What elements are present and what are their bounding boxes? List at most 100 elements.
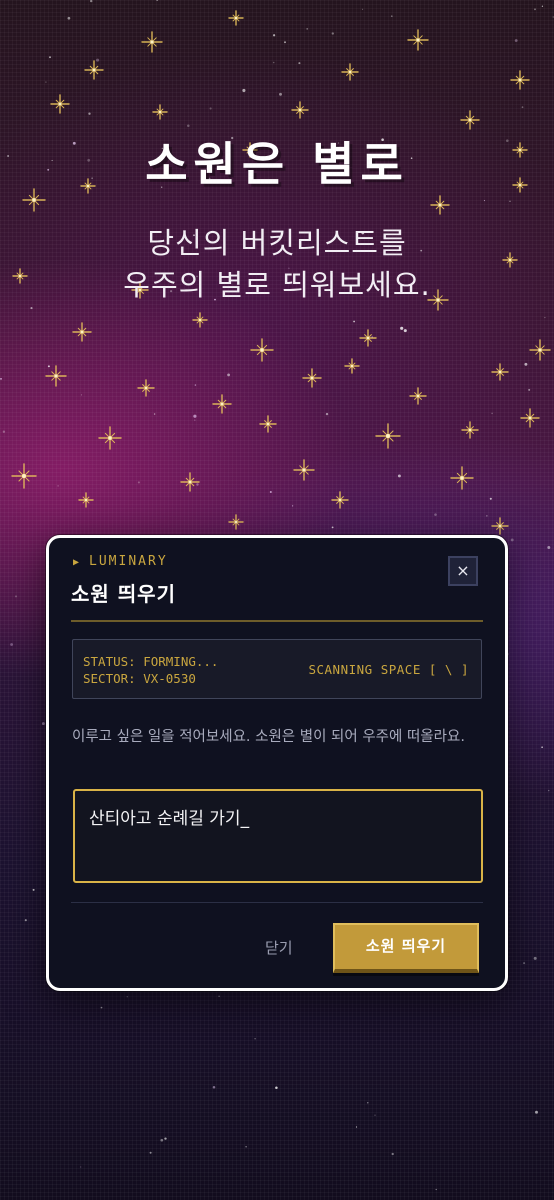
play-triangle-icon: ▶ — [73, 557, 82, 568]
tiny-star — [367, 1102, 369, 1104]
tiny-star — [96, 58, 100, 62]
sparkle-star — [291, 101, 309, 119]
sparkle-star — [78, 492, 94, 508]
sparkle-star — [250, 338, 274, 362]
tiny-star — [514, 39, 518, 42]
tiny-star — [284, 41, 286, 44]
sparkle-star — [375, 423, 401, 449]
tiny-star — [0, 378, 2, 380]
tiny-star — [196, 483, 199, 486]
sparkle-star — [491, 517, 509, 535]
tiny-star — [227, 373, 231, 377]
tiny-star — [509, 200, 511, 202]
brand-text: LUMINARY — [89, 554, 168, 569]
tiny-star — [483, 200, 485, 202]
tiny-star — [242, 88, 246, 93]
sparkle-star — [450, 466, 474, 490]
wish-description: 이루고 싶은 일을 적어보세요. 소원은 별이 되어 우주에 떠올라요. — [72, 729, 465, 745]
tiny-star — [272, 34, 276, 37]
tiny-star — [486, 515, 488, 517]
tiny-star — [100, 1006, 103, 1009]
tiny-star — [534, 8, 536, 11]
sparkle-star — [430, 195, 450, 215]
tiny-star — [371, 336, 373, 338]
tiny-star — [30, 307, 33, 310]
tiny-star — [279, 92, 282, 96]
sparkle-star — [344, 358, 360, 374]
tiny-star — [544, 317, 546, 319]
tiny-star — [212, 1085, 216, 1089]
sparkle-star — [212, 394, 232, 414]
tiny-star — [547, 546, 551, 549]
sparkle-star — [137, 379, 155, 397]
sparkle-star — [407, 29, 429, 51]
scanning-indicator: SCANNING SPACE [ \ ] — [308, 662, 469, 677]
tiny-star — [391, 15, 393, 17]
close-button[interactable]: 닫기 — [265, 937, 293, 958]
sparkle-star — [180, 472, 200, 492]
tiny-star — [272, 61, 275, 64]
sparkle-star — [510, 70, 530, 90]
tiny-star — [403, 329, 407, 333]
footer-divider — [71, 902, 483, 903]
tiny-star — [362, 8, 364, 10]
wish-input[interactable]: 산티아고 순례길 가기_ — [73, 789, 483, 883]
tiny-star — [194, 384, 197, 386]
tiny-star — [45, 81, 47, 83]
tiny-star — [194, 419, 196, 421]
tiny-star — [67, 16, 71, 20]
tiny-star — [523, 962, 526, 965]
tiny-star — [24, 919, 27, 922]
tiny-star — [187, 124, 190, 127]
header-divider — [71, 620, 483, 622]
tiny-star — [80, 1166, 82, 1168]
tiny-star — [10, 643, 14, 646]
sparkle-star — [460, 110, 480, 130]
status-text: STATUS: FORMING... — [83, 654, 219, 669]
tiny-star — [524, 362, 528, 366]
tiny-star — [41, 722, 45, 726]
status-panel: STATUS: FORMING... SECTOR: VX-0530 SCANN… — [72, 639, 482, 699]
wish-modal: ▶ LUMINARY 소원 띄우기 × STATUS: FORMING... SE… — [46, 535, 508, 991]
tiny-star — [149, 1151, 152, 1154]
sparkle-star — [409, 387, 427, 405]
sparkle-star — [192, 312, 208, 328]
tiny-star — [331, 526, 334, 529]
sparkle-star — [302, 368, 322, 388]
sparkle-star — [45, 365, 67, 387]
tiny-star — [160, 1138, 164, 1142]
sparkle-star — [84, 60, 104, 80]
tiny-star — [353, 320, 355, 323]
sparkle-star — [293, 459, 315, 481]
tiny-star — [209, 107, 212, 110]
tiny-star — [541, 5, 544, 7]
tiny-star — [325, 412, 329, 416]
tiny-star — [57, 485, 59, 487]
tiny-star — [126, 996, 128, 998]
sparkle-star — [520, 408, 540, 428]
sparkle-star — [11, 463, 37, 489]
sparkle-star — [259, 415, 277, 433]
tiny-star — [306, 28, 309, 30]
sparkle-star — [228, 514, 244, 530]
tiny-star — [521, 106, 524, 109]
tiny-star — [374, 1114, 376, 1116]
close-icon[interactable]: × — [448, 556, 478, 586]
tiny-star — [245, 1146, 247, 1148]
tiny-star — [153, 413, 156, 415]
tiny-star — [80, 394, 83, 396]
tiny-star — [49, 56, 51, 59]
tiny-star — [88, 112, 91, 115]
sparkle-star — [98, 426, 122, 450]
sparkle-star — [72, 322, 92, 342]
sparkle-star — [359, 329, 377, 347]
tiny-star — [397, 474, 401, 478]
tiny-star — [400, 326, 404, 330]
launch-wish-button[interactable]: 소원 띄우기 — [333, 923, 479, 973]
hero-subtitle-line2: 우주의 별로 띄워보세요. — [123, 268, 431, 302]
tiny-star — [291, 505, 294, 507]
tiny-star — [331, 32, 334, 35]
tiny-star — [528, 388, 531, 391]
tiny-star — [47, 365, 50, 368]
tiny-star — [533, 956, 537, 960]
